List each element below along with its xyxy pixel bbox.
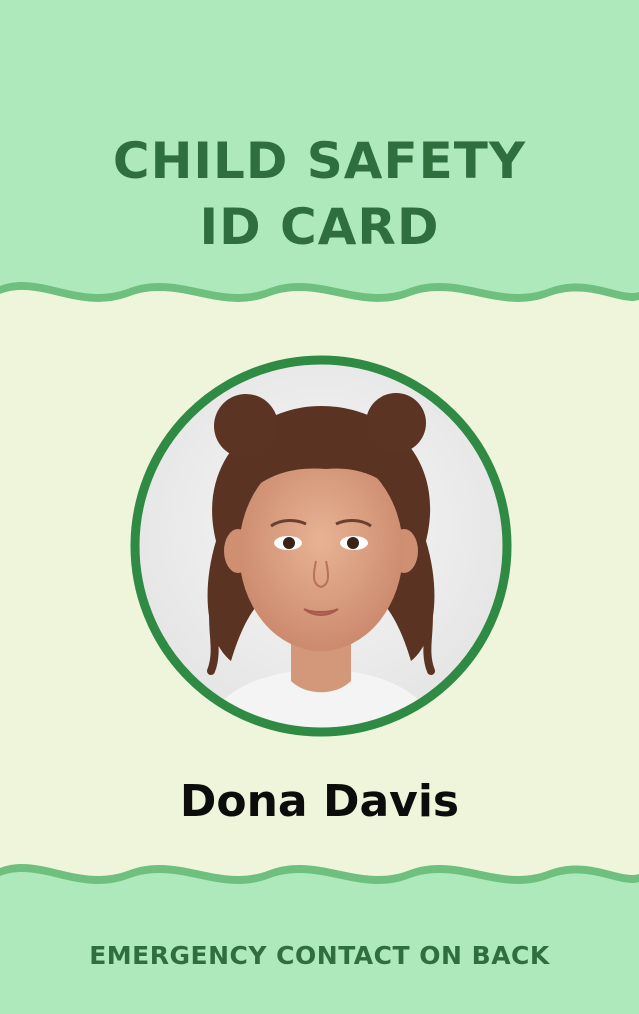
child-portrait-icon	[130, 355, 512, 737]
header-wave-divider	[0, 281, 639, 316]
emergency-contact-note: EMERGENCY CONTACT ON BACK	[89, 941, 550, 970]
card-title: CHILD SAFETY ID CARD	[0, 128, 639, 260]
footer-wave-divider	[0, 863, 639, 898]
child-photo	[126, 351, 516, 741]
card-title-line2: ID CARD	[199, 198, 440, 256]
id-card: CHILD SAFETY ID CARD Dona Davis EMERGENC…	[0, 0, 639, 1014]
child-name: Dona Davis	[179, 776, 460, 827]
card-title-line1: CHILD SAFETY	[112, 132, 527, 190]
